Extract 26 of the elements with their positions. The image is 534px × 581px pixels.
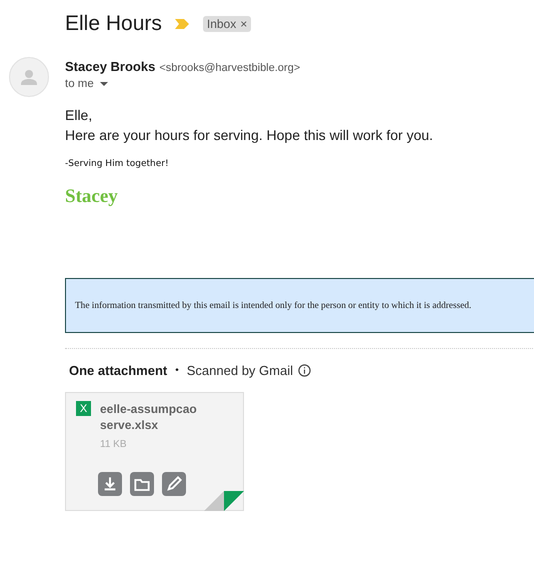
edit-button[interactable] [162,472,186,496]
download-button[interactable] [98,472,122,496]
attachment-card[interactable]: X eelle-assumpcao serve.xlsx 11 KB [65,392,244,511]
file-name: eelle-assumpcao serve.xlsx [100,401,198,433]
page-corner-icon [204,491,244,511]
sender-email: <sbrooks@harvestbible.org> [159,62,300,74]
attachment-heading: One attachment [69,363,168,378]
remove-label-button[interactable]: × [236,17,248,31]
caret-icon[interactable] [100,82,108,86]
recipient-text: to me [65,78,94,90]
disclaimer-text: The information transmitted by this email is intended only for the person or entity to which it is addressed. [75,300,472,310]
save-to-drive-button[interactable] [130,472,154,496]
separator-dot: • [175,365,179,376]
scan-note: Scanned by Gmail [186,363,293,378]
sender-name: Stacey Brooks [65,59,156,74]
message-text: Here are your hours for serving. Hope this will work for you. [65,126,434,145]
spreadsheet-icon: X [76,401,91,416]
subject-title: Elle Hours [65,12,162,36]
label-text: Inbox [206,17,236,31]
tagline-text: -Serving Him together! [65,159,170,169]
signature-text: Stacey [65,186,119,208]
greeting-text: Elle, [65,106,94,125]
info-icon[interactable] [298,364,311,377]
file-size: 11 KB [100,439,128,450]
importance-marker-icon[interactable] [174,19,189,29]
avatar-icon [9,57,49,97]
